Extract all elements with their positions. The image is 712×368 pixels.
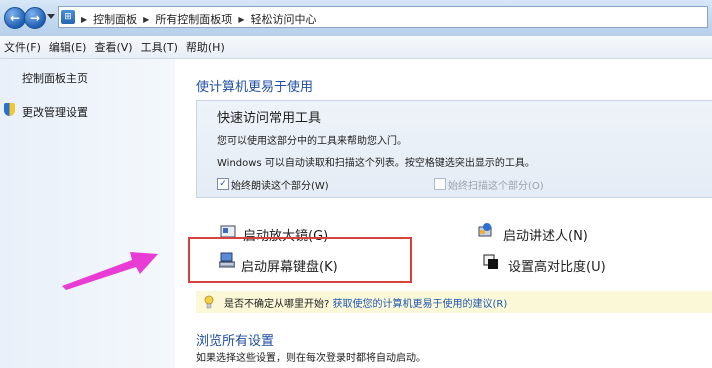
menu-edit[interactable]: 编辑(E) bbox=[49, 39, 87, 55]
quick-access-description: 您可以使用这部分中的工具来帮助您入门。 bbox=[217, 136, 407, 147]
narrator-icon bbox=[478, 223, 492, 237]
tip-prefix: 是否不确定从哪里开始? bbox=[224, 299, 330, 310]
breadcrumb-item[interactable]: 控制面板 bbox=[93, 11, 137, 27]
menu-tools[interactable]: 工具(T) bbox=[141, 39, 178, 55]
menu-view[interactable]: 查看(V) bbox=[94, 39, 132, 55]
quick-access-title: 快速访问常用工具 bbox=[217, 111, 322, 126]
high-contrast-icon bbox=[483, 254, 498, 269]
breadcrumb: ▶ 控制面板 ▶ 所有控制面板项 ▶ 轻松访问中心 bbox=[81, 11, 316, 27]
menu-file[interactable]: 文件(F) bbox=[4, 39, 41, 55]
quick-access-description: Windows 可以自动读取和扫描这个列表。按空格键选突出显示的工具。 bbox=[217, 158, 535, 169]
always-read-label[interactable]: 始终朗读这个部分(W) bbox=[231, 177, 329, 192]
tip-banner: 是否不确定从哪里开始? 获取使您的计算机更易于使用的建议(R) bbox=[196, 291, 712, 313]
recent-pages-dropdown[interactable] bbox=[47, 14, 55, 19]
recommendations-link[interactable]: 获取使您的计算机更易于使用的建议(R) bbox=[333, 299, 508, 310]
set-high-contrast-link[interactable]: 设置高对比度(U) bbox=[508, 256, 606, 275]
address-bar[interactable]: ⊞ ▶ 控制面板 ▶ 所有控制面板项 ▶ 轻松访问中心 bbox=[58, 6, 708, 28]
highlight-box bbox=[188, 237, 412, 283]
breadcrumb-item[interactable]: 轻松访问中心 bbox=[250, 11, 316, 27]
always-read-checkbox[interactable]: ✓ bbox=[217, 178, 229, 190]
sidebar: 控制面板主页 更改管理设置 bbox=[0, 59, 175, 368]
browse-all-settings-description: 如果选择这些设置，则在每次登录时都将自动启动。 bbox=[196, 353, 426, 364]
lightbulb-icon bbox=[204, 295, 214, 309]
always-scan-checkbox[interactable] bbox=[434, 178, 446, 190]
forward-button[interactable]: → bbox=[24, 7, 46, 29]
browse-all-settings-heading: 浏览所有设置 bbox=[196, 334, 275, 349]
sidebar-item-home[interactable]: 控制面板主页 bbox=[22, 70, 88, 86]
chevron-right-icon: ▶ bbox=[238, 14, 245, 24]
address-bar-area: ← → ⊞ ▶ 控制面板 ▶ 所有控制面板项 ▶ 轻松访问中心 bbox=[0, 0, 712, 37]
menu-bar: 文件(F) 编辑(E) 查看(V) 工具(T) 帮助(H) bbox=[0, 36, 712, 59]
pointer-arrow-icon bbox=[62, 252, 158, 290]
control-panel-icon: ⊞ bbox=[61, 10, 75, 24]
back-button[interactable]: ← bbox=[4, 7, 26, 29]
shield-icon bbox=[4, 103, 15, 116]
menu-help[interactable]: 帮助(H) bbox=[186, 39, 225, 55]
page-title: 使计算机更易于使用 bbox=[196, 80, 314, 95]
launch-narrator-link[interactable]: 启动讲述人(N) bbox=[503, 225, 588, 244]
always-scan-label[interactable]: 始终扫描这个部分(O) bbox=[448, 177, 544, 192]
chevron-right-icon: ▶ bbox=[143, 14, 150, 24]
breadcrumb-item[interactable]: 所有控制面板项 bbox=[155, 11, 232, 27]
tip-text: 是否不确定从哪里开始? 获取使您的计算机更易于使用的建议(R) bbox=[224, 295, 507, 310]
sidebar-item-admin[interactable]: 更改管理设置 bbox=[22, 104, 88, 120]
chevron-right-icon: ▶ bbox=[81, 14, 88, 24]
quick-access-panel: 快速访问常用工具 您可以使用这部分中的工具来帮助您入门。 Windows 可以自… bbox=[196, 100, 712, 198]
